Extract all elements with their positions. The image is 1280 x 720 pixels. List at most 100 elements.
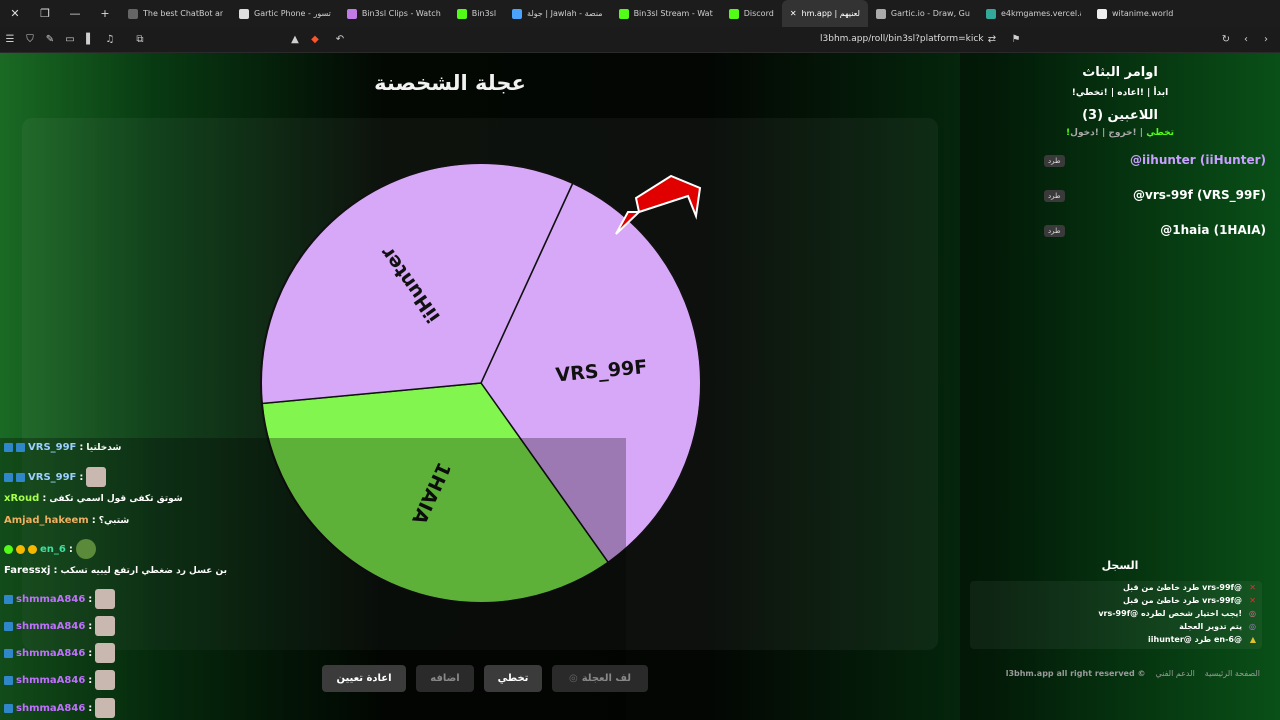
chat-username[interactable]: VRS_99F (28, 442, 76, 453)
chat-username[interactable]: Amjad_hakeem (4, 515, 89, 526)
skip-button[interactable]: تخطي (484, 665, 542, 692)
new-tab-icon[interactable]: + (90, 0, 120, 27)
log-status-icon: ✕ (1249, 596, 1256, 605)
tab-item[interactable]: Gartic Phone - تسور (231, 0, 339, 27)
emote-image (95, 643, 116, 663)
tab-label: witanime.world (1111, 9, 1174, 18)
chat-message: Faressxj : بن عسل رد ضغطي ارتفع ليبيه تسك… (4, 565, 227, 576)
chat-username[interactable]: shmmaA846 (16, 594, 85, 605)
chat-username[interactable]: shmmaA846 (16, 675, 85, 686)
tab-item[interactable]: Gartic.io - Draw, Gu (868, 0, 978, 27)
extension-icon[interactable]: ▲ (285, 34, 305, 45)
footer-link[interactable]: الصفحة الرئيسية (1205, 669, 1260, 678)
player-name: @1haia (1HAIA) (1160, 223, 1266, 237)
emote-image (86, 467, 107, 487)
chat-separator: : (88, 647, 93, 659)
tab-icon[interactable]: ▭ (60, 34, 80, 45)
chat-username[interactable]: shmmaA846 (16, 621, 85, 632)
copyright-text: l3bhm.app all right reserved © (1005, 669, 1146, 678)
tab-item[interactable]: witanime.world (1089, 0, 1181, 27)
page-content: عجلة الشخصنة VRS_99F 1HAIA iiHunter اوامر … (0, 53, 1280, 720)
minimize-window-icon[interactable]: — (60, 0, 90, 27)
badge-icon (16, 472, 25, 482)
log-entry: vrs-99f@ يجب اختيار شخص لطرده! ◎ (970, 607, 1262, 620)
share-icon[interactable]: ↶ (330, 34, 350, 45)
tab-label: hm.app | لعنيهم (801, 9, 860, 18)
commands-list: !ابدأ | !اعاده | !تخطي (1071, 88, 1169, 98)
tab-item[interactable]: The best ChatBot an (120, 0, 231, 27)
chat-username[interactable]: Faressxj (4, 565, 51, 576)
close-tab-icon[interactable]: ✕ (790, 9, 797, 18)
reset-button[interactable]: اعادة تعيين (322, 665, 406, 692)
reload-icon[interactable]: ↻ (1216, 34, 1236, 45)
pen-icon[interactable]: ✎ (40, 34, 60, 45)
screenshot-icon[interactable]: ⧉ (130, 34, 150, 45)
badge-icon (4, 472, 13, 482)
log-entry: طرد خاطئ من قبل vrs-99f@ ✕ (970, 594, 1262, 607)
tab-label: The best ChatBot an (143, 9, 223, 18)
menu-icon[interactable]: ☰ (0, 34, 20, 45)
brave-shield-icon[interactable]: ◆ (305, 34, 325, 45)
tab-item[interactable]: Discord (721, 0, 782, 27)
tab-item[interactable]: Bin3sl (449, 0, 504, 27)
favicon-icon (512, 8, 523, 19)
log-text: iihunter@ طرد en-6@ (1148, 635, 1242, 644)
address-bar[interactable]: l3bhm.app/roll/bin3sl?platform=kick (820, 34, 984, 44)
kick-player-button[interactable]: طرد (1044, 190, 1065, 202)
tab-item[interactable]: Bin3sl Clips - Watch (339, 0, 449, 27)
back-icon[interactable]: ‹ (1236, 34, 1256, 45)
sidebar-icon[interactable]: ▌ (80, 34, 100, 45)
translate-icon[interactable]: ⇄ (982, 34, 1002, 45)
shield-icon[interactable]: ⛉ (20, 34, 40, 45)
forward-icon[interactable]: › (1256, 34, 1276, 45)
badge-icon (16, 544, 25, 554)
restore-window-icon[interactable]: ❐ (30, 0, 60, 27)
badge-icon (4, 594, 13, 604)
close-window-icon[interactable]: ✕ (0, 0, 30, 27)
tab-label: Bin3sl (471, 9, 497, 18)
tab-item[interactable]: ✕ hm.app | لعنيهم (781, 0, 868, 27)
music-icon[interactable]: ♫ (100, 34, 120, 45)
chat-separator: : (68, 543, 73, 555)
favicon-icon (985, 8, 996, 19)
favicon-icon (875, 8, 886, 19)
log-text: يتم تدوير العجلة (1179, 622, 1242, 631)
add-button[interactable]: اضافه (416, 665, 474, 692)
chat-separator: : (88, 702, 93, 714)
bookmark-icon[interactable]: ⚑ (1006, 34, 1026, 45)
tab-item[interactable]: Bin3sl Stream - Wat (611, 0, 721, 27)
chat-separator: : (79, 442, 84, 453)
badge-icon (4, 621, 13, 631)
chat-message: VRS_99F : (4, 467, 107, 487)
log-entry: يتم تدوير العجلة ◎ (970, 620, 1262, 633)
footer-link[interactable]: الدعم الفني (1156, 669, 1195, 678)
tab-item[interactable]: جولة | Jawlah - منصة (504, 0, 611, 27)
chat-username[interactable]: shmmaA846 (16, 648, 85, 659)
badge-icon (4, 443, 13, 452)
chat-message: xRoud : شوتق تكفى قول اسمي تكفى (4, 493, 183, 504)
kick-player-button[interactable]: طرد (1044, 225, 1065, 237)
chat-username[interactable]: xRoud (4, 493, 39, 504)
chat-message: en_6 : (4, 539, 96, 559)
chat-message: shmmaA846 : (4, 698, 116, 718)
emote-image (95, 670, 116, 690)
spin-button[interactable]: لف العجلة ◎ (552, 665, 648, 692)
chat-separator: : (91, 515, 96, 526)
chat-username[interactable]: VRS_99F (28, 472, 76, 483)
chat-separator: : (88, 593, 93, 605)
chat-separator: : (79, 471, 84, 483)
tab-label: جولة | Jawlah - منصة (527, 9, 603, 18)
tab-label: Bin3sl Clips - Watch (361, 9, 441, 18)
player-row: @iihunter (iiHunter) طرد (960, 153, 1280, 173)
tab-label: Bin3sl Stream - Wat (633, 9, 713, 18)
tab-item[interactable]: e4kmgames.vercel.a (978, 0, 1089, 27)
log-status-icon: ▲ (1249, 635, 1256, 644)
kick-player-button[interactable]: طرد (1044, 155, 1065, 167)
log-status-icon: ✕ (1249, 583, 1256, 592)
browser-toolbar: ☰ ⛉ ✎ ▭ ▌ ♫ ⧉ ▲ ◆ ↶ l3bhm.app/roll/bin3s… (0, 27, 1280, 53)
favicon-icon (456, 8, 467, 19)
favicon-icon (618, 8, 629, 19)
chat-username[interactable]: en_6 (40, 544, 66, 555)
chat-username[interactable]: shmmaA846 (16, 703, 85, 714)
player-row: @1haia (1HAIA) طرد (960, 223, 1280, 243)
